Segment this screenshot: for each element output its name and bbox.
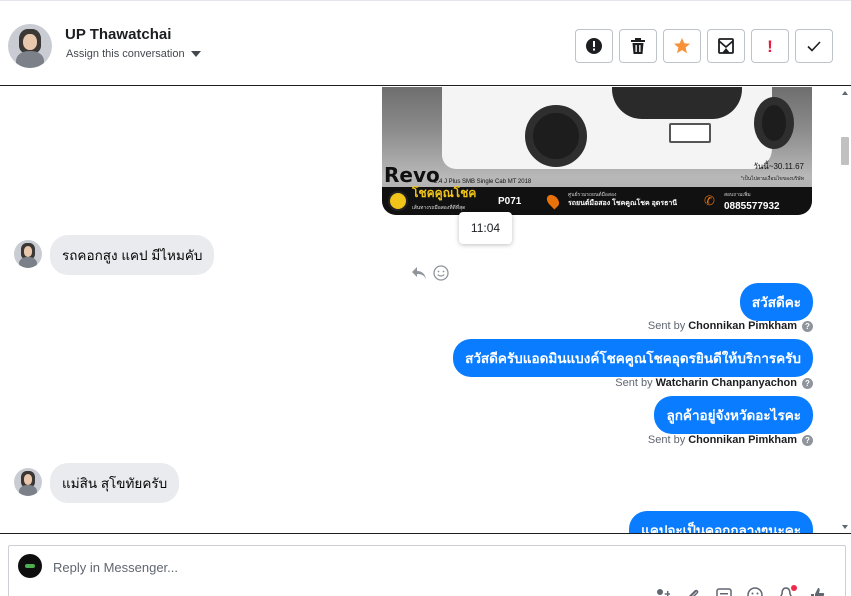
contact-avatar[interactable] — [8, 24, 52, 68]
help-icon[interactable]: ? — [802, 320, 813, 332]
emoji-reaction-icon[interactable] — [433, 265, 449, 281]
ad-date-note: *เป็นไปตามเงื่อนไขของบริษัท — [740, 176, 804, 182]
phone-value: 0885577932 — [724, 201, 780, 212]
help-icon[interactable]: ? — [802, 377, 813, 389]
delete-button[interactable] — [619, 29, 657, 63]
reply-icon[interactable] — [411, 266, 427, 280]
ad-date-stamp: วันนี้~30.11.67 — [753, 162, 804, 171]
brand-logo-icon — [388, 191, 408, 211]
like-icon[interactable] — [808, 586, 826, 596]
help-icon[interactable]: ? — [802, 434, 813, 446]
caret-down-icon — [190, 51, 201, 57]
brand-name: โชคคูณโชค — [412, 186, 477, 200]
exclamation-icon: ! — [767, 36, 773, 56]
trash-icon — [631, 38, 645, 54]
alert-circle-icon — [586, 38, 602, 54]
sent-by-label: Sent by Watcharin Chanpanyachon ? — [615, 377, 813, 389]
grille-shape — [612, 87, 742, 119]
check-icon — [807, 41, 821, 52]
ad-banner: โชคคูณโชค เส้นทางรถมือสองที่ดีที่สุด P07… — [382, 186, 812, 215]
sent-by-label: Sent by Chonnikan Pimkham ? — [648, 434, 813, 446]
assign-conversation-dropdown[interactable]: Assign this conversation — [66, 48, 201, 60]
incoming-message[interactable]: รถคอกสูง แคป มีไหมคับ — [50, 235, 215, 275]
composer-tools — [653, 585, 826, 596]
reply-input[interactable] — [53, 556, 753, 578]
spam-button[interactable] — [575, 29, 613, 63]
archive-icon — [718, 38, 734, 54]
thread-scrollbar[interactable] — [839, 87, 851, 533]
conversation-toolbar: ! — [575, 29, 833, 63]
car-ad-image[interactable]: Revo 2.4 J Plus SMB Single Cab MT 2018 ว… — [382, 87, 812, 215]
sender-name: Chonnikan Pimkham — [688, 320, 797, 332]
star-button[interactable] — [663, 29, 701, 63]
car-code: P071 — [498, 196, 522, 207]
conversation-header: UP Thawatchai Assign this conversation ! — [0, 0, 851, 86]
saved-reply-icon[interactable] — [715, 586, 733, 596]
location-pin-icon — [544, 192, 562, 210]
wheel-shape — [754, 97, 794, 149]
add-person-icon[interactable] — [653, 586, 671, 596]
sent-by-label: Sent by Chonnikan Pimkham ? — [648, 320, 813, 332]
message-thread[interactable]: Revo 2.4 J Plus SMB Single Cab MT 2018 ว… — [0, 87, 851, 533]
assign-label: Assign this conversation — [66, 48, 185, 60]
page-avatar — [18, 554, 42, 578]
reply-composer — [8, 545, 846, 596]
archive-button[interactable] — [707, 29, 745, 63]
sent-by-prefix: Sent by — [647, 434, 686, 446]
outgoing-message[interactable]: ลูกค้าอยู่จังหวัดอะไรคะ — [654, 396, 813, 434]
license-plate — [669, 123, 711, 143]
contact-name[interactable]: UP Thawatchai — [65, 26, 171, 43]
outgoing-message[interactable]: แคปจะเป็นคอกกลางๆนะคะ — [629, 511, 813, 533]
scroll-thumb[interactable] — [841, 137, 849, 165]
notification-dot — [791, 585, 797, 591]
attachment-icon[interactable] — [684, 586, 702, 596]
mark-done-button[interactable] — [795, 29, 833, 63]
sender-avatar[interactable] — [14, 468, 42, 496]
outgoing-message[interactable]: สวัสดีคะ — [739, 283, 813, 321]
bell-icon[interactable] — [777, 585, 797, 596]
wheel-shape — [525, 105, 587, 167]
outgoing-message[interactable]: สวัสดีครับแอดมินแบงค์โชคคูณโชคอุดรยินดีใ… — [453, 339, 813, 377]
emoji-icon[interactable] — [746, 586, 764, 596]
sender-name: Chonnikan Pimkham — [688, 434, 797, 446]
sender-avatar[interactable] — [14, 240, 42, 268]
sent-by-prefix: Sent by — [647, 320, 686, 332]
message-time-tooltip: 11:04 — [459, 212, 512, 244]
message-actions — [411, 265, 449, 281]
location-value: รถยนต์มือสอง โชคคูณโชค อุดรธานี — [568, 200, 678, 207]
scroll-up-arrow-icon[interactable] — [842, 91, 848, 95]
star-icon — [674, 38, 690, 54]
incoming-message[interactable]: แม่สิน สุโขทัยครับ — [50, 463, 180, 503]
sender-name: Watcharin Chanpanyachon — [655, 377, 797, 389]
composer-divider — [0, 533, 851, 534]
mark-important-button[interactable]: ! — [751, 29, 789, 63]
brand-subtitle: เส้นทางรถมือสองที่ดีที่สุด — [412, 205, 466, 211]
phone-label: สอบถามเพิ่ม — [724, 192, 751, 198]
scroll-down-arrow-icon[interactable] — [842, 525, 848, 529]
sent-by-prefix: Sent by — [615, 377, 653, 389]
phone-icon: ✆ — [704, 193, 715, 208]
